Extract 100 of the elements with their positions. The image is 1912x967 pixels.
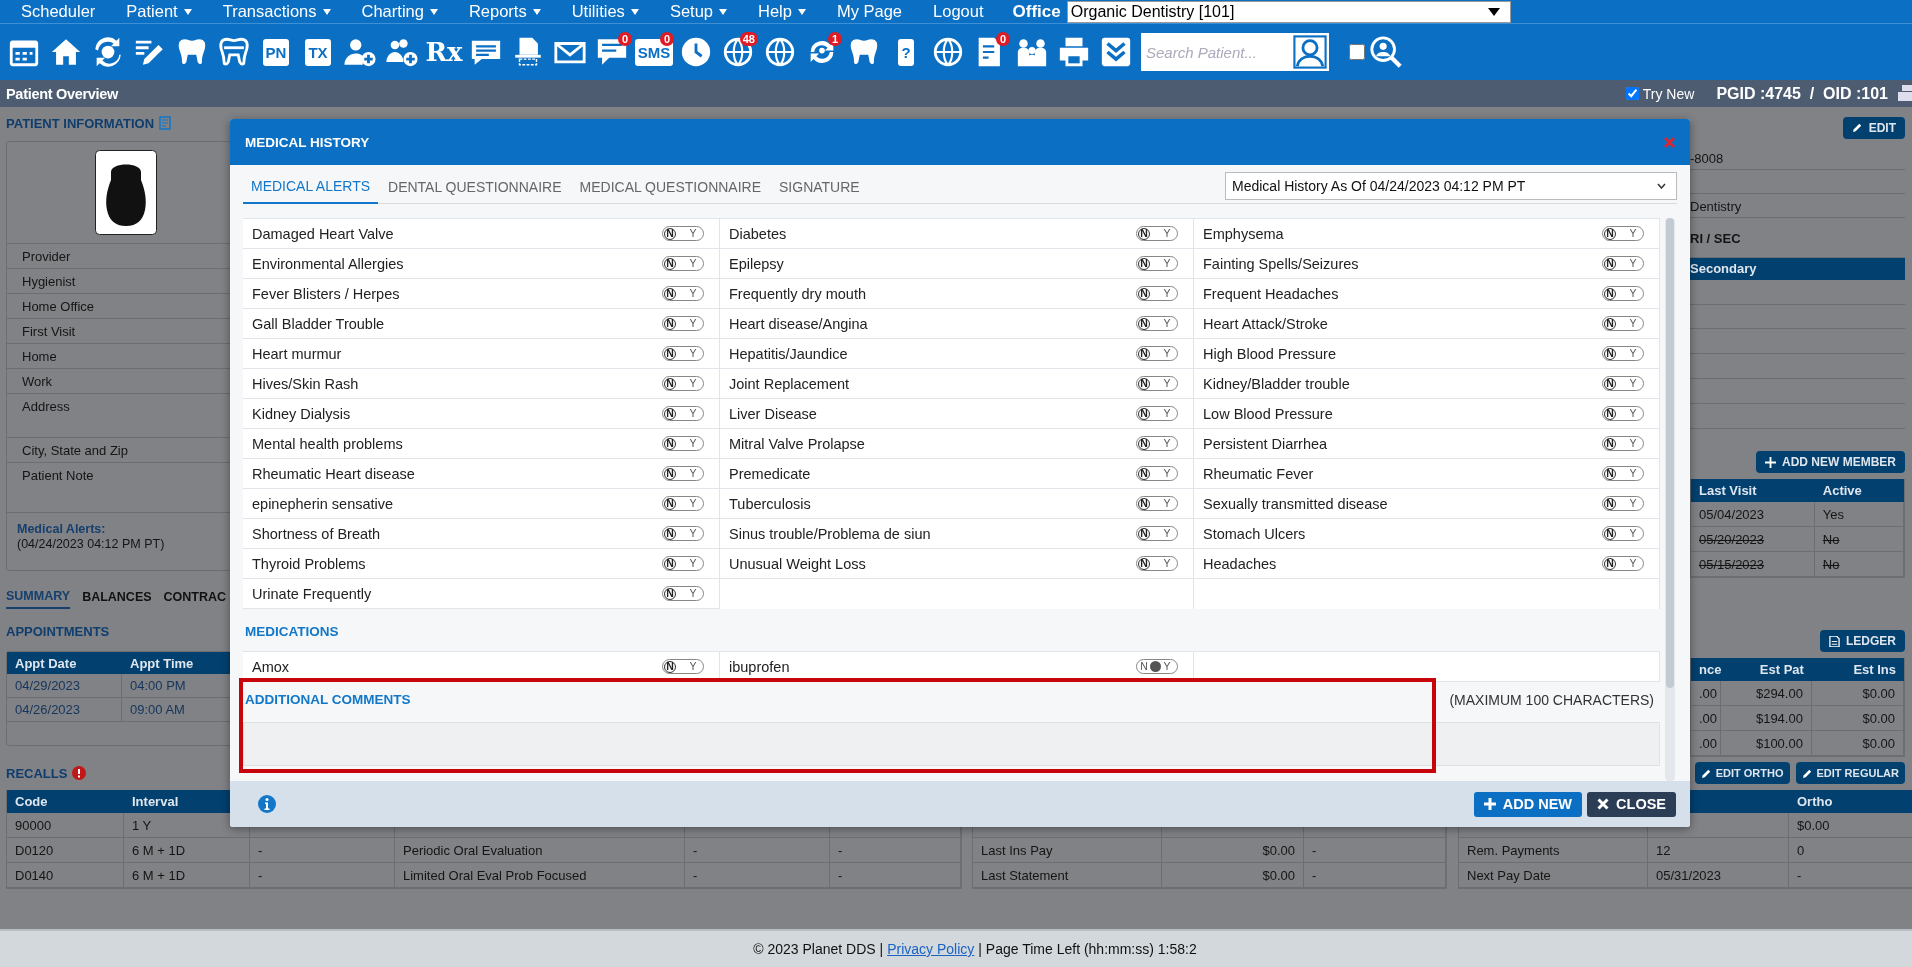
button[interactable]: EDIT ORTHO <box>1694 762 1790 784</box>
yes-no-toggle[interactable]: N Y <box>1602 316 1644 331</box>
yes-no-toggle[interactable]: N Y <box>1602 346 1644 361</box>
table-cell: 1 Y <box>132 817 152 833</box>
yes-no-toggle[interactable]: N Y <box>1602 256 1644 271</box>
condition-label: Unusual Weight Loss <box>729 555 866 572</box>
checkbox[interactable] <box>1349 44 1365 60</box>
yes-no-toggle[interactable]: N Y <box>662 346 704 361</box>
tab[interactable]: MEDICAL QUESTIONNAIRE <box>571 170 770 204</box>
toolbar-button[interactable]: TX <box>305 38 331 66</box>
tab[interactable]: DENTAL QUESTIONNAIRE <box>380 170 570 204</box>
yes-no-toggle[interactable]: N Y <box>662 376 704 391</box>
yes-no-toggle[interactable]: N Y <box>1136 316 1178 331</box>
yes-no-toggle[interactable]: N Y <box>1602 406 1644 421</box>
privacy-link[interactable]: Privacy Policy <box>887 941 975 957</box>
button[interactable]: EDIT REGULAR <box>1795 762 1905 784</box>
condition-label: Emphysema <box>1203 225 1284 242</box>
notification-badge: 48 <box>739 32 758 46</box>
yes-no-toggle[interactable]: N Y <box>1602 436 1644 451</box>
button[interactable]: ADD NEW MEMBER <box>1756 451 1905 474</box>
scrollbar[interactable] <box>1665 218 1675 781</box>
office-select[interactable]: Organic Dentistry [101] <box>1066 0 1511 23</box>
condition-label: Epilepsy <box>729 255 784 272</box>
yes-no-toggle[interactable]: N Y <box>662 659 704 674</box>
yes-no-toggle[interactable]: N Y <box>1136 226 1178 241</box>
yes-no-toggle[interactable]: N Y <box>1602 226 1644 241</box>
toolbar-button[interactable]: Rx <box>425 39 463 65</box>
menu-item[interactable]: Logout <box>933 0 984 23</box>
yes-no-toggle[interactable]: N Y <box>1136 376 1178 391</box>
collapse-icon[interactable] <box>1099 35 1133 69</box>
globe-icon[interactable] <box>721 35 755 69</box>
condition-label: Environmental Allergies <box>252 255 404 272</box>
field-label: Address <box>22 399 70 414</box>
yes-no-toggle[interactable]: N Y <box>662 526 704 541</box>
yes-no-toggle[interactable]: N Y <box>1602 556 1644 571</box>
tab[interactable]: MEDICAL ALERTS <box>243 170 379 204</box>
menu-item[interactable]: Utilities <box>571 0 639 23</box>
button[interactable]: LEDGER <box>1820 630 1905 652</box>
tab[interactable]: BALANCES <box>82 585 152 609</box>
yes-no-toggle[interactable]: N Y <box>1602 526 1644 541</box>
edit-button[interactable]: EDIT <box>1842 117 1905 139</box>
yes-no-toggle[interactable]: N Y <box>1602 496 1644 511</box>
section-heading: ADDITIONAL COMMENTS <box>245 692 411 709</box>
menu-item[interactable]: Charting <box>361 0 438 23</box>
menu-item[interactable]: Transactions <box>222 0 331 23</box>
yes-no-toggle[interactable]: N Y <box>662 286 704 301</box>
globe-icon[interactable] <box>931 35 965 69</box>
yes-no-toggle[interactable]: N Y <box>662 406 704 421</box>
yes-no-toggle[interactable]: N Y <box>1602 286 1644 301</box>
yes-no-toggle[interactable]: N Y <box>662 496 704 511</box>
condition-label: Frequently dry mouth <box>729 285 866 302</box>
tab[interactable]: SIGNATURE <box>771 170 868 204</box>
search-field[interactable]: Search Patient... <box>1141 33 1291 71</box>
yes-no-toggle[interactable]: N Y <box>662 466 704 481</box>
clock-icon[interactable] <box>679 35 713 69</box>
menu-item[interactable]: Setup <box>669 0 727 23</box>
user-search-icon[interactable] <box>1291 33 1329 71</box>
toolbar-button[interactable]: ? <box>898 38 914 66</box>
condition-label: Shortness of Breath <box>252 525 381 542</box>
yes-no-toggle[interactable]: N Y <box>662 436 704 451</box>
info-icon[interactable] <box>258 795 276 813</box>
globe-icon[interactable] <box>763 35 797 69</box>
comments-field[interactable] <box>243 722 1660 766</box>
yes-no-toggle[interactable]: N Y <box>1136 526 1178 541</box>
add-button[interactable]: ADD NEW <box>1473 791 1583 817</box>
yes-no-toggle[interactable]: N Y <box>1136 556 1178 571</box>
condition-label: Headaches <box>1203 555 1277 572</box>
yes-no-toggle[interactable]: N Y <box>1136 406 1178 421</box>
field-value: -8008 <box>1690 150 1724 166</box>
yes-no-toggle[interactable]: N Y <box>662 226 704 241</box>
close-button[interactable]: CLOSE <box>1587 791 1676 817</box>
yes-no-toggle[interactable]: N Y <box>1136 256 1178 271</box>
yes-no-toggle[interactable]: N Y <box>1136 659 1178 674</box>
condition-label: Diabetes <box>729 225 787 242</box>
yes-no-toggle[interactable]: N Y <box>1602 466 1644 481</box>
yes-no-toggle[interactable]: N Y <box>1602 376 1644 391</box>
yes-no-toggle[interactable]: N Y <box>1136 286 1178 301</box>
menu-item[interactable]: My Page <box>836 0 903 23</box>
yes-no-toggle[interactable]: N Y <box>662 256 704 271</box>
tab[interactable]: CONTRAC <box>163 585 227 609</box>
yes-no-toggle[interactable]: N Y <box>1136 346 1178 361</box>
printer-icon[interactable] <box>1057 35 1091 69</box>
menu-item[interactable]: Help <box>758 0 806 23</box>
condition-label: Hepatitis/Jaundice <box>729 345 848 362</box>
menu-item[interactable]: Reports <box>468 0 541 23</box>
menu-item[interactable]: Scheduler <box>21 0 96 23</box>
history-date-select[interactable]: Medical History As Of 04/24/2023 04:12 PM PT <box>1225 172 1677 200</box>
yes-no-toggle[interactable]: N Y <box>1136 436 1178 451</box>
toolbar-button[interactable]: PN <box>262 38 290 66</box>
menu-item[interactable]: Patient <box>126 0 192 23</box>
table-cell: Periodic Oral Evaluation <box>403 842 543 858</box>
yes-no-toggle[interactable]: N Y <box>662 556 704 571</box>
group-search-icon[interactable] <box>1369 35 1403 69</box>
yes-no-toggle[interactable]: N Y <box>1136 496 1178 511</box>
table-cell: - <box>1797 867 1802 883</box>
column-header: Est Ins <box>1853 662 1896 677</box>
yes-no-toggle[interactable]: N Y <box>662 586 704 601</box>
checkbox[interactable] <box>1625 87 1639 100</box>
yes-no-toggle[interactable]: N Y <box>662 316 704 331</box>
yes-no-toggle[interactable]: N Y <box>1136 466 1178 481</box>
